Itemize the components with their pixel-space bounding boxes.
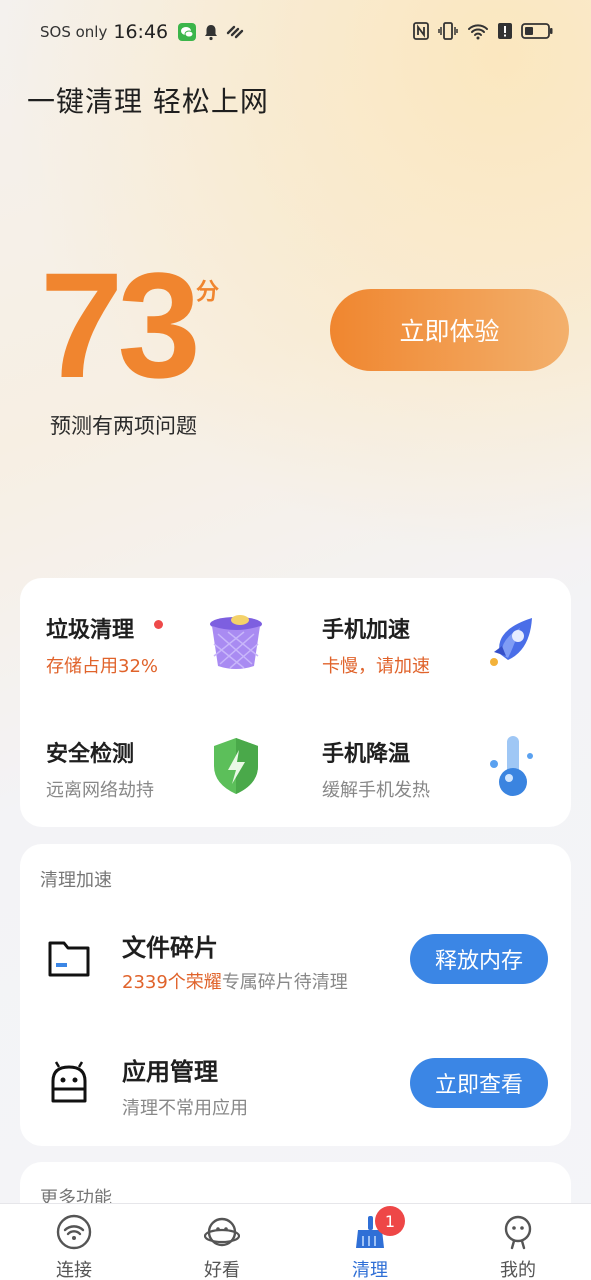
wifi-icon (56, 1214, 92, 1250)
status-bar: SOS only 16:46 (0, 0, 591, 66)
tab-label: 连接 (56, 1260, 92, 1280)
feature-phone-boost[interactable]: 手机加速 卡慢，请加速 (322, 612, 587, 712)
shield-icon (204, 734, 268, 798)
planet-face-icon (203, 1214, 241, 1250)
feature-subtitle: 远离网络劫持 (46, 780, 154, 801)
wifi-status-icon (467, 22, 489, 44)
alert-icon (498, 22, 512, 44)
rocket-icon (480, 610, 544, 674)
profile-face-icon (500, 1214, 536, 1250)
bell-icon (202, 23, 220, 41)
row-title: 应用管理 (122, 1058, 218, 1086)
tab-discover[interactable]: 好看 (148, 1204, 296, 1280)
section-title: 清理加速 (40, 870, 112, 891)
row-title: 文件碎片 (122, 934, 218, 962)
fragment-text: 专属碎片待清理 (221, 972, 348, 993)
android-app-icon (47, 1061, 91, 1105)
app-notification-icon (226, 23, 244, 41)
bottom-tab-bar: 连接 好看 清理 我的 (0, 1203, 591, 1280)
tab-label: 好看 (204, 1260, 240, 1280)
feature-security-check[interactable]: 安全检测 远离网络劫持 (46, 736, 311, 836)
feature-subtitle: 卡慢，请加速 (322, 656, 430, 677)
tab-connect[interactable]: 连接 (0, 1204, 148, 1280)
folder-icon (47, 937, 91, 981)
feature-junk-clean[interactable]: 垃圾清理 存储占用32% (46, 612, 311, 712)
notification-dot (154, 620, 163, 629)
try-now-button[interactable]: 立即体验 (330, 289, 569, 371)
view-now-button[interactable]: 立即查看 (410, 1058, 548, 1108)
fragment-count: 2339个荣耀 (122, 972, 222, 993)
feature-title: 手机降温 (322, 742, 411, 767)
feature-subtitle: 存储占用32% (46, 656, 159, 677)
wechat-notification-icon (178, 23, 197, 41)
release-memory-button[interactable]: 释放内存 (410, 934, 548, 984)
tab-mine[interactable]: 我的 (444, 1204, 591, 1280)
score-description: 预测有两项问题 (50, 414, 197, 438)
tab-clean[interactable]: 清理 (296, 1204, 444, 1280)
vibrate-icon (438, 22, 458, 44)
clock: 16:46 (113, 21, 169, 43)
score-unit: 分 (196, 279, 219, 305)
battery-icon (521, 22, 553, 44)
trash-bin-icon (204, 610, 268, 674)
row-subtitle: 2339个荣耀专属碎片待清理 (122, 968, 348, 994)
feature-phone-cooling[interactable]: 手机降温 缓解手机发热 (322, 736, 587, 836)
feature-title: 手机加速 (322, 618, 411, 643)
tab-label: 清理 (352, 1260, 388, 1280)
feature-title: 安全检测 (46, 742, 135, 767)
feature-subtitle: 缓解手机发热 (322, 780, 430, 801)
score-value: 73 (40, 241, 201, 409)
tab-label: 我的 (500, 1260, 536, 1280)
tab-badge: 1 (375, 1206, 405, 1236)
thermometer-icon (480, 734, 544, 798)
page-headline: 一键清理 轻松上网 (27, 85, 269, 118)
feature-title: 垃圾清理 (46, 618, 135, 643)
row-subtitle: 清理不常用应用 (122, 1098, 248, 1119)
carrier-text: SOS only (40, 23, 108, 41)
clean-speed-card: 清理加速 文件碎片 2339个荣耀专属碎片待清理 释放内存 应用管理 清理不常用… (20, 844, 571, 1146)
feature-card: 垃圾清理 存储占用32% 手机加速 卡慢，请加速 安全检测 远离网络劫持 手机降… (20, 578, 571, 827)
nfc-icon (413, 22, 429, 44)
